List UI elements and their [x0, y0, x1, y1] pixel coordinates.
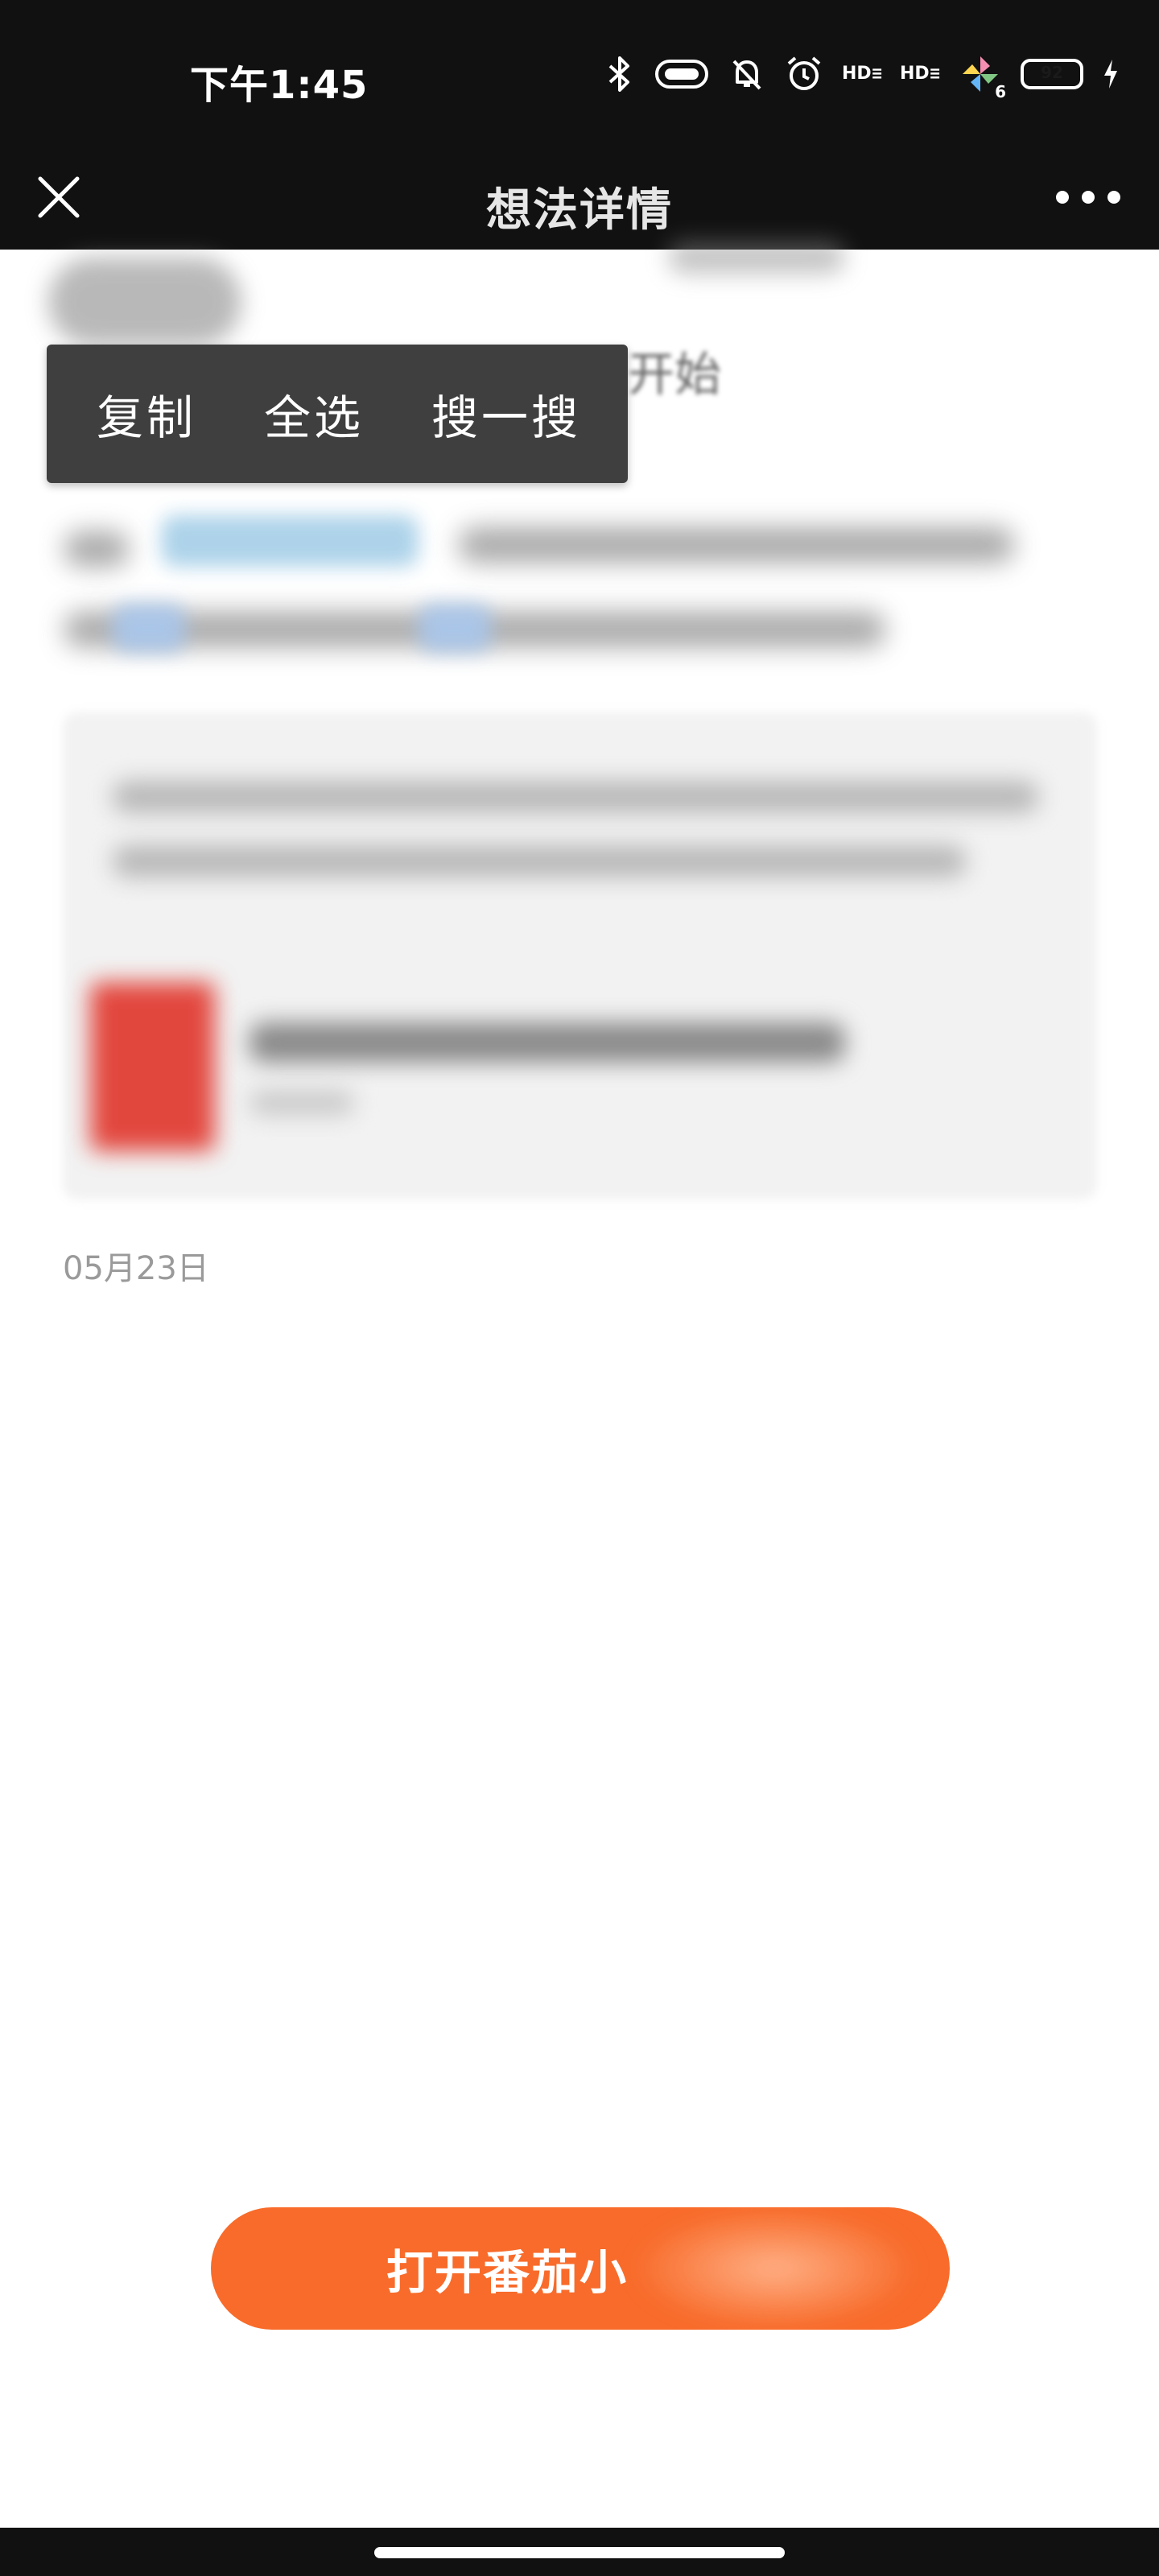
open-app-label: 打开番茄小 — [386, 2245, 629, 2300]
screen: 下午1:45 HD HD 6 92 想法详情 05月23日 复制 全选 搜一搜 … — [0, 0, 1159, 2576]
peek-text: 开始 — [628, 347, 722, 402]
text-line — [459, 527, 1014, 563]
vibrate-icon — [654, 56, 710, 92]
status-bar: 下午1:45 HD HD 6 92 — [0, 0, 1159, 145]
selection-handle-left[interactable] — [113, 604, 185, 652]
hd-label: HD — [900, 64, 930, 84]
search-button[interactable]: 搜一搜 — [431, 380, 581, 448]
selected-text-highlight — [161, 515, 419, 567]
page-title: 想法详情 — [486, 184, 673, 237]
nav-bar: 想法详情 — [0, 145, 1159, 250]
home-indicator[interactable] — [374, 2547, 785, 2558]
avatar[interactable] — [48, 258, 241, 346]
book-meta-blur — [250, 1091, 354, 1115]
text-selection-menu: 复制 全选 搜一搜 — [47, 345, 628, 483]
pinwheel-icon: 6 — [958, 52, 1006, 101]
battery-icon: 92 — [1021, 59, 1083, 89]
more-dot — [1107, 191, 1120, 204]
post-date: 05月23日 — [63, 1250, 209, 1287]
alarm-icon — [784, 54, 824, 94]
hd-signal-icon-1: HD — [842, 62, 882, 86]
bell-off-icon — [728, 55, 766, 93]
hd-signal-icon-2: HD — [900, 62, 940, 86]
text-line — [64, 531, 129, 567]
card-text-line — [113, 781, 1038, 813]
status-icons: HD HD 6 92 — [604, 50, 1120, 101]
post-content: 05月23日 — [0, 242, 1159, 2528]
network-badge: 6 — [995, 82, 1006, 101]
select-all-button[interactable]: 全选 — [264, 380, 364, 448]
book-cover-image[interactable] — [90, 982, 215, 1151]
gesture-bar — [0, 2528, 1159, 2576]
author-name-blur — [668, 242, 845, 274]
battery-level: 92 — [1041, 63, 1063, 82]
book-title-blur — [250, 1022, 845, 1063]
selection-handle-right[interactable] — [419, 604, 491, 652]
more-icon[interactable] — [1056, 177, 1120, 217]
button-blur-overlay — [629, 2207, 919, 2330]
hd-label: HD — [842, 64, 872, 84]
charging-icon — [1101, 58, 1120, 90]
card-text-line — [113, 845, 966, 877]
bluetooth-icon — [604, 55, 636, 93]
more-dot — [1056, 191, 1069, 204]
copy-button[interactable]: 复制 — [97, 380, 196, 448]
more-dot — [1082, 191, 1095, 204]
open-app-button[interactable]: 打开番茄小 — [211, 2207, 950, 2330]
status-time: 下午1:45 — [190, 63, 369, 108]
